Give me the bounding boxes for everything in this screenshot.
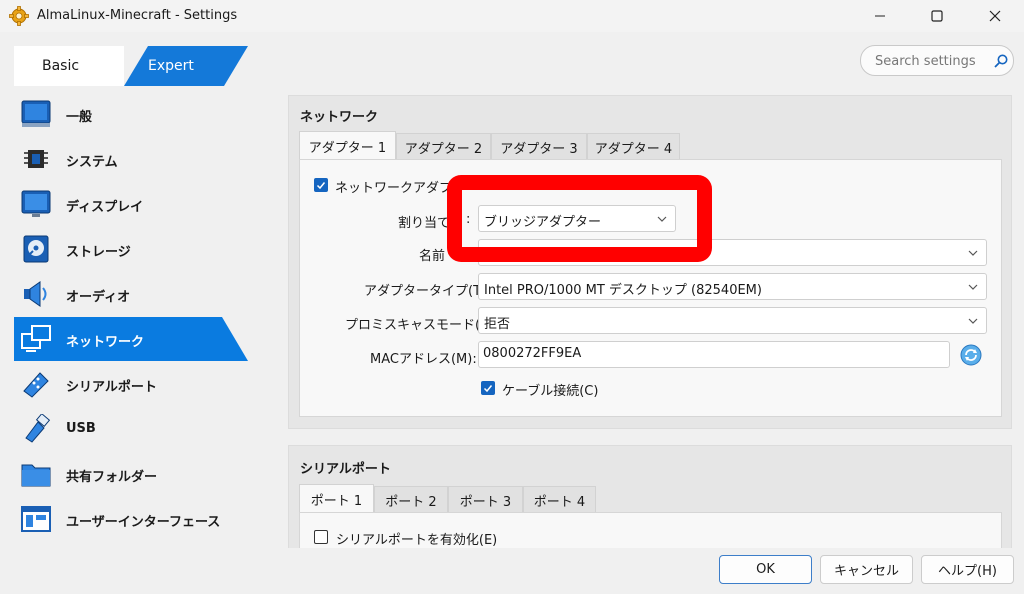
tab-label: アダプター 2 xyxy=(404,141,483,157)
sidebar-item-label: オーディオ xyxy=(66,290,131,305)
tab-adapter-1[interactable]: アダプター 1 xyxy=(299,131,396,160)
sidebar-item-storage[interactable]: ストレージ xyxy=(14,227,254,271)
expert-mode-label: Expert xyxy=(148,58,194,74)
tab-label: アダプター 1 xyxy=(308,140,387,156)
enable-serial-port-label: シリアルポートを有効化(E) xyxy=(336,533,498,548)
help-button[interactable]: ヘルプ(H) xyxy=(921,555,1014,584)
mac-address-field[interactable] xyxy=(478,341,950,368)
enable-serial-port-checkbox[interactable] xyxy=(314,530,328,544)
enable-adapter-label: ネットワークアダプター xyxy=(335,181,479,196)
sidebar-item-audio[interactable]: オーディオ xyxy=(14,272,254,316)
ok-button[interactable]: OK xyxy=(719,555,812,584)
display-icon xyxy=(20,189,52,219)
settings-window: AlmaLinux-Minecraft - Settings Basic Exp… xyxy=(0,0,1024,594)
promiscuous-mode-select[interactable]: 拒否 xyxy=(478,307,987,334)
cable-connected-label: ケーブル接続(C) xyxy=(502,384,599,399)
tab-label: アダプター 4 xyxy=(594,141,673,157)
tab-label: アダプター 3 xyxy=(500,141,578,157)
tab-port-2[interactable]: ポート 2 xyxy=(374,486,448,513)
mac-address-label: MACアドレス(M): xyxy=(370,352,477,367)
tab-label: ポート 2 xyxy=(385,494,437,510)
tab-label: ポート 4 xyxy=(533,494,586,510)
sidebar-item-usb[interactable]: USB xyxy=(14,407,254,451)
close-icon xyxy=(989,10,1001,22)
search-box[interactable] xyxy=(860,45,1014,76)
sidebar-item-label: シリアルポート xyxy=(66,380,157,395)
gear-icon xyxy=(9,6,29,26)
tab-adapter-2[interactable]: アダプター 2 xyxy=(396,133,491,160)
maximize-icon xyxy=(931,10,943,22)
tab-adapter-4[interactable]: アダプター 4 xyxy=(587,133,680,160)
network-group-title: ネットワーク xyxy=(300,110,379,125)
sidebar-item-network[interactable]: ネットワーク xyxy=(14,317,254,361)
attached-to-select[interactable]: ブリッジアダプター xyxy=(478,205,676,232)
sidebar-item-label: 共有フォルダー xyxy=(66,470,158,485)
system-chip-icon xyxy=(20,144,52,174)
sidebar-item-label: ストレージ xyxy=(66,245,131,260)
sidebar-item-label: 一般 xyxy=(66,110,93,125)
search-icon[interactable] xyxy=(993,53,1009,69)
user-interface-icon xyxy=(20,504,52,534)
tab-label: ポート 1 xyxy=(310,493,363,509)
attached-to-label-tail: : xyxy=(466,212,471,227)
promiscuous-mode-label: プロミスキャスモード(P): xyxy=(345,318,498,333)
cable-connected-checkbox[interactable] xyxy=(481,381,495,395)
shared-folder-icon xyxy=(20,459,52,489)
minimize-button[interactable] xyxy=(857,0,903,32)
tab-port-3[interactable]: ポート 3 xyxy=(448,486,523,513)
storage-disc-icon xyxy=(20,234,52,264)
serial-port-group-title: シリアルポート xyxy=(300,462,391,477)
search-input[interactable] xyxy=(875,52,987,70)
sidebar-item-label: システム xyxy=(66,155,118,170)
sidebar-item-label: USB xyxy=(66,421,96,436)
tab-adapter-3[interactable]: アダプター 3 xyxy=(491,133,587,160)
mode-toggle: Basic Expert xyxy=(14,46,248,86)
chevron-down-icon xyxy=(657,216,667,222)
mac-address-input[interactable] xyxy=(483,346,783,361)
sidebar-item-user-interface[interactable]: ユーザーインターフェース xyxy=(14,497,254,541)
sidebar-item-general[interactable]: 一般 xyxy=(14,92,254,136)
checkmark-icon xyxy=(316,182,326,190)
maximize-button[interactable] xyxy=(914,0,960,32)
audio-speaker-icon xyxy=(20,279,52,309)
settings-sidebar: 一般 システム ディスプレイ ストレージ オーディオ ネットワーク シリアルポー… xyxy=(14,92,254,542)
sidebar-item-label: ディスプレイ xyxy=(66,200,144,215)
adapter-type-label: アダプタータイプ(T): xyxy=(364,284,491,299)
chevron-down-icon xyxy=(968,318,978,324)
title-bar: AlmaLinux-Minecraft - Settings xyxy=(0,0,1024,32)
general-icon xyxy=(20,99,52,129)
close-button[interactable] xyxy=(972,0,1018,32)
sidebar-item-label: ユーザーインターフェース xyxy=(66,515,221,530)
chevron-down-icon xyxy=(968,250,978,256)
tab-port-1[interactable]: ポート 1 xyxy=(299,484,374,513)
tab-port-4[interactable]: ポート 4 xyxy=(523,486,596,513)
attached-to-value: ブリッジアダプター xyxy=(484,215,602,230)
usb-icon xyxy=(20,413,52,444)
minimize-icon xyxy=(875,15,885,17)
cancel-button[interactable]: キャンセル xyxy=(820,555,913,584)
attached-to-label: 割り当て xyxy=(398,216,451,231)
window-title: AlmaLinux-Minecraft - Settings xyxy=(37,8,238,23)
chevron-down-icon xyxy=(968,284,978,290)
sidebar-item-serial-port[interactable]: シリアルポート xyxy=(14,362,254,406)
adapter-type-select[interactable]: Intel PRO/1000 MT デスクトップ (82540EM) xyxy=(478,273,987,300)
expert-mode-button[interactable]: Expert xyxy=(14,46,248,86)
adapter-type-value: Intel PRO/1000 MT デスクトップ (82540EM) xyxy=(484,283,762,298)
name-select[interactable] xyxy=(478,239,987,266)
enable-adapter-checkbox[interactable] xyxy=(314,178,328,192)
checkmark-icon xyxy=(483,385,493,393)
expert-mode-background xyxy=(124,46,248,86)
network-icon xyxy=(20,324,52,354)
sidebar-item-shared-folder[interactable]: 共有フォルダー xyxy=(14,452,254,496)
serial-port-icon xyxy=(20,369,52,399)
refresh-mac-icon[interactable] xyxy=(960,344,982,366)
sidebar-item-display[interactable]: ディスプレイ xyxy=(14,182,254,226)
sidebar-item-label: ネットワーク xyxy=(66,335,145,350)
tab-label: ポート 3 xyxy=(459,494,512,510)
promiscuous-mode-value: 拒否 xyxy=(484,317,511,332)
name-label: 名前 xyxy=(419,249,446,264)
sidebar-item-system[interactable]: システム xyxy=(14,137,254,181)
